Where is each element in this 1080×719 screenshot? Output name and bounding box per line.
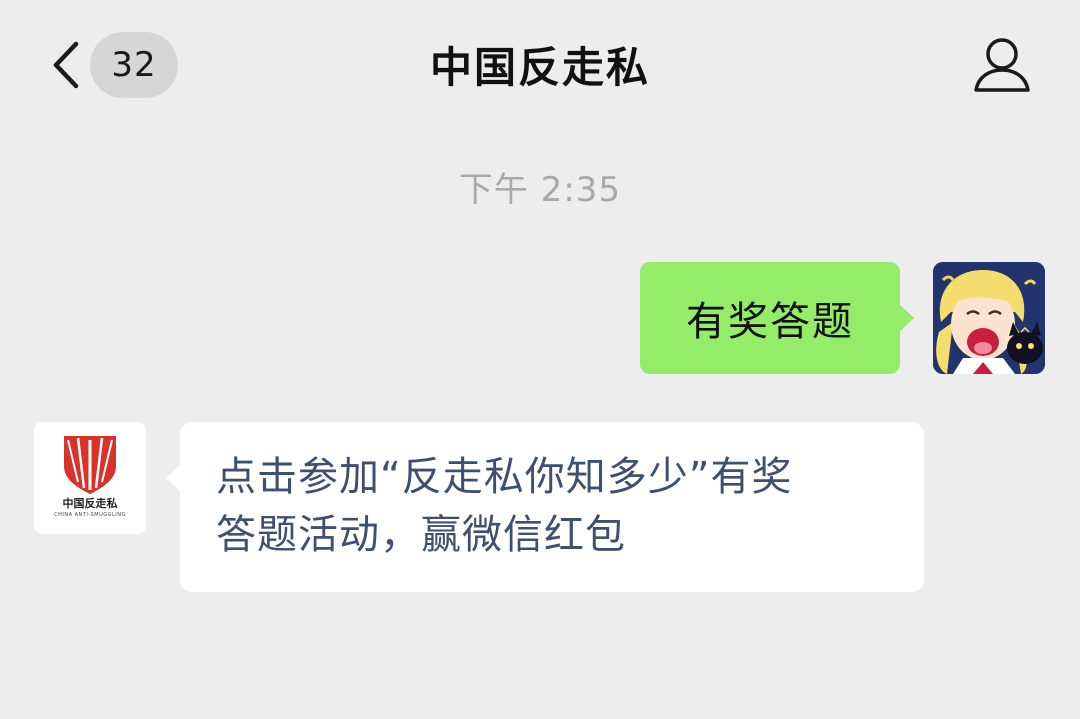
cartoon-avatar-image [933,262,1045,374]
logo-text: 中国反走私 [62,497,118,510]
message-line[interactable]: 点击参加“反走私你知多少”有奖 [216,448,894,506]
unread-count-badge: 32 [90,32,178,98]
user-avatar[interactable] [933,262,1045,374]
profile-button[interactable] [966,34,1038,96]
chevron-left-icon [53,41,79,89]
person-icon [974,38,1030,92]
message-line[interactable]: 答题活动，赢微信红包 [216,506,894,564]
incoming-message-bubble[interactable]: 点击参加“反走私你知多少”有奖 答题活动，赢微信红包 [166,422,924,592]
logo-subtext: CHINA ANTI-SMUGGLING [54,512,126,518]
outgoing-message-bubble[interactable]: 有奖答题 [640,262,914,374]
official-account-avatar[interactable]: 中国反走私 CHINA ANTI-SMUGGLING [34,422,146,534]
chat-header: 32 中国反走私 [0,0,1080,130]
message-timestamp: 下午 2:35 [458,170,622,210]
back-button[interactable]: 32 [38,30,188,100]
